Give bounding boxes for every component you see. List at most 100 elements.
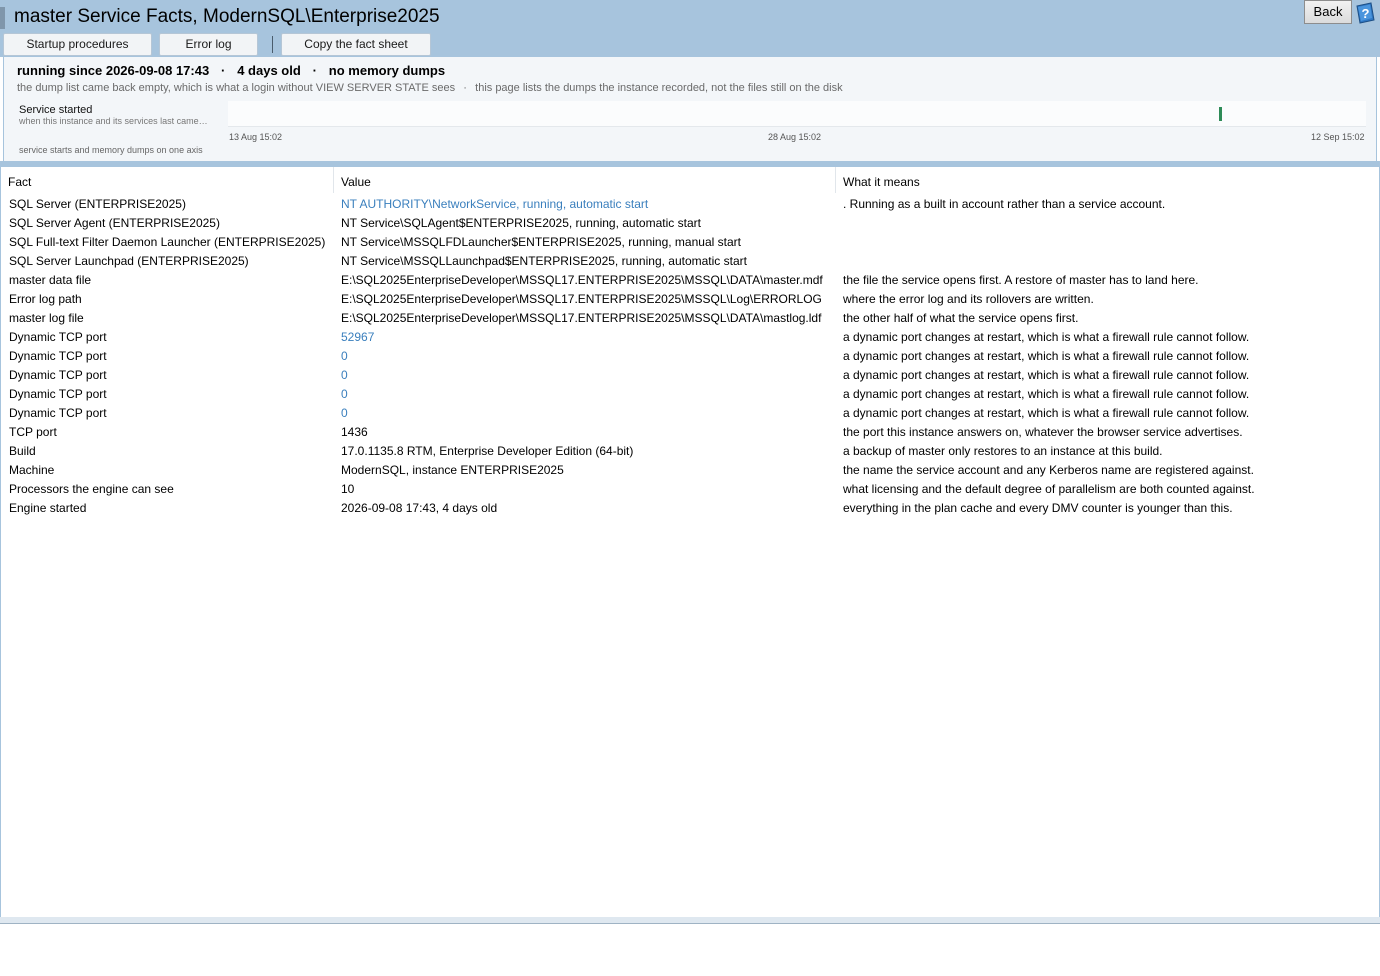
table-row[interactable]: Machine ModernSQL, instance ENTERPRISE202… (1, 461, 1379, 480)
table-row[interactable]: SQL Server Launchpad (ENTERPRISE2025) NT … (1, 252, 1379, 271)
svg-text:?: ? (1362, 6, 1370, 21)
table-row[interactable]: Dynamic TCP port 52967 a dynamic port chan… (1, 328, 1379, 347)
summary-note: the dump list came back empty, which is … (17, 82, 843, 94)
fact-cell: Engine started (9, 501, 87, 515)
facts-table: Fact Value What it means SQL Server (ENT… (0, 167, 1380, 919)
dump-scope-note: this page lists the dumps the instance r… (475, 82, 843, 94)
separator-dot: · (463, 82, 467, 94)
timeline-track (228, 101, 1366, 127)
fact-cell: Machine (9, 463, 55, 477)
timeline-footer: service starts and memory dumps on one a… (19, 145, 203, 155)
fact-cell: master log file (9, 311, 84, 325)
fact-cell: SQL Full-text Filter Daemon Launcher (EN… (9, 235, 326, 249)
meaning-cell: the file the service opens first. A rest… (843, 273, 1199, 287)
table-row[interactable]: Processors the engine can see 10 what lice… (1, 480, 1379, 499)
back-button[interactable]: Back (1304, 0, 1352, 24)
fact-cell: Dynamic TCP port (9, 406, 107, 420)
column-header-meaning[interactable]: What it means (836, 167, 1379, 193)
value-cell: ModernSQL, instance ENTERPRISE2025 (341, 463, 564, 477)
copy-fact-sheet-button[interactable]: Copy the fact sheet (281, 33, 431, 56)
fact-cell: master data file (9, 273, 92, 287)
fact-cell: SQL Server (ENTERPRISE2025) (9, 197, 186, 211)
value-cell: 1436 (341, 425, 368, 439)
value-cell: NT Service\MSSQLLaunchpad$ENTERPRISE2025… (341, 254, 747, 268)
table-row[interactable]: Engine started 2026-09-08 17:43, 4 days o… (1, 499, 1379, 518)
meaning-cell: where the error log and its rollovers ar… (843, 292, 1094, 306)
age-text: 4 days old (237, 63, 301, 78)
value-cell: 2026-09-08 17:43, 4 days old (341, 501, 498, 515)
separator-dot: · (221, 63, 226, 78)
value-link[interactable]: 0 (341, 385, 835, 404)
toolbar-separator (272, 36, 273, 53)
value-cell: E:\SQL2025EnterpriseDeveloper\MSSQL17.EN… (341, 273, 823, 287)
meaning-cell (843, 252, 1373, 271)
error-log-button[interactable]: Error log (159, 33, 258, 56)
value-link[interactable]: 0 (341, 347, 835, 366)
meaning-cell: a dynamic port changes at restart, which… (843, 368, 1250, 382)
table-bottom-bar (0, 917, 1380, 924)
separator-dot: · (312, 63, 317, 78)
table-row[interactable]: Build 17.0.1135.8 RTM, Enterprise Develop… (1, 442, 1379, 461)
table-row[interactable]: SQL Full-text Filter Daemon Launcher (EN… (1, 233, 1379, 252)
title-accent-bar (0, 7, 5, 29)
help-icon[interactable]: ? (1354, 2, 1376, 24)
value-cell: E:\SQL2025EnterpriseDeveloper\MSSQL17.EN… (341, 292, 822, 306)
table-row[interactable]: Error log path E:\SQL2025EnterpriseDevelo… (1, 290, 1379, 309)
fact-cell: SQL Server Launchpad (ENTERPRISE2025) (9, 254, 249, 268)
fact-cell: SQL Server Agent (ENTERPRISE2025) (9, 216, 220, 230)
meaning-cell: the name the service account and any Ker… (843, 463, 1254, 477)
timeline-sublabel: when this instance and its services last… (19, 116, 209, 126)
fact-cell: Dynamic TCP port (9, 368, 107, 382)
fact-cell: TCP port (9, 425, 57, 439)
meaning-cell: what licensing and the default degree of… (843, 482, 1255, 496)
table-row[interactable]: master data file E:\SQL2025EnterpriseDeve… (1, 271, 1379, 290)
fact-cell: Dynamic TCP port (9, 330, 107, 344)
meaning-cell: . Running as a built in account rather t… (843, 197, 1166, 211)
dumps-status: no memory dumps (328, 63, 446, 78)
service-start-marker[interactable] (1219, 107, 1222, 121)
meaning-cell: the port this instance answers on, whate… (843, 425, 1243, 439)
fact-cell: Error log path (9, 292, 82, 306)
meaning-cell: a dynamic port changes at restart, which… (843, 406, 1250, 420)
value-link[interactable]: 0 (341, 404, 835, 423)
meaning-cell: the other half of what the service opens… (843, 311, 1079, 325)
startup-procedures-button[interactable]: Startup procedures (3, 33, 152, 56)
meaning-cell: a dynamic port changes at restart, which… (843, 387, 1250, 401)
fact-cell: Dynamic TCP port (9, 387, 107, 401)
value-cell: NT Service\MSSQLFDLauncher$ENTERPRISE202… (341, 235, 741, 249)
meaning-cell: a backup of master only restores to an i… (843, 444, 1163, 458)
fact-cell: Dynamic TCP port (9, 349, 107, 363)
meaning-cell (843, 233, 1373, 252)
table-row[interactable]: Dynamic TCP port 0 a dynamic port changes … (1, 366, 1379, 385)
value-link[interactable]: 0 (341, 366, 835, 385)
page-title: master Service Facts, ModernSQL\Enterpri… (14, 6, 440, 27)
meaning-cell: a dynamic port changes at restart, which… (843, 349, 1250, 363)
value-cell: 17.0.1135.8 RTM, Enterprise Developer Ed… (341, 444, 634, 458)
timeline-tick-end: 12 Sep 15:02 (1311, 132, 1365, 142)
table-row[interactable]: SQL Server (ENTERPRISE2025) NT AUTHORITY\… (1, 195, 1379, 214)
value-cell: E:\SQL2025EnterpriseDeveloper\MSSQL17.EN… (341, 311, 822, 325)
column-header-fact[interactable]: Fact (1, 167, 334, 193)
value-link[interactable]: 52967 (341, 328, 835, 347)
table-row[interactable]: TCP port 1436 the port this instance answe… (1, 423, 1379, 442)
running-since: running since 2026-09-08 17:43 (17, 63, 210, 78)
fact-cell: Build (9, 444, 36, 458)
dump-note: the dump list came back empty, which is … (17, 82, 456, 94)
value-cell: NT Service\SQLAgent$ENTERPRISE2025, runn… (341, 216, 701, 230)
meaning-cell: a dynamic port changes at restart, which… (843, 330, 1250, 344)
timeline-tick-start: 13 Aug 15:02 (229, 132, 283, 142)
table-row[interactable]: Dynamic TCP port 0 a dynamic port changes … (1, 404, 1379, 423)
column-header-value[interactable]: Value (334, 167, 836, 193)
fact-cell: Processors the engine can see (9, 482, 174, 496)
value-link[interactable]: NT AUTHORITY\NetworkService, running, au… (341, 195, 835, 214)
value-cell: 10 (341, 482, 355, 496)
status-headline: running since 2026-09-08 17:43 · 4 days ol… (17, 63, 445, 78)
meaning-cell (843, 214, 1373, 233)
meaning-cell: everything in the plan cache and every D… (843, 501, 1233, 515)
table-row[interactable]: Dynamic TCP port 0 a dynamic port changes … (1, 347, 1379, 366)
table-row[interactable]: Dynamic TCP port 0 a dynamic port changes … (1, 385, 1379, 404)
timeline-tick-mid: 28 Aug 15:02 (768, 132, 822, 142)
table-row[interactable]: master log file E:\SQL2025EnterpriseDevel… (1, 309, 1379, 328)
timeline-label: Service started (19, 104, 93, 116)
table-row[interactable]: SQL Server Agent (ENTERPRISE2025) NT Serv… (1, 214, 1379, 233)
